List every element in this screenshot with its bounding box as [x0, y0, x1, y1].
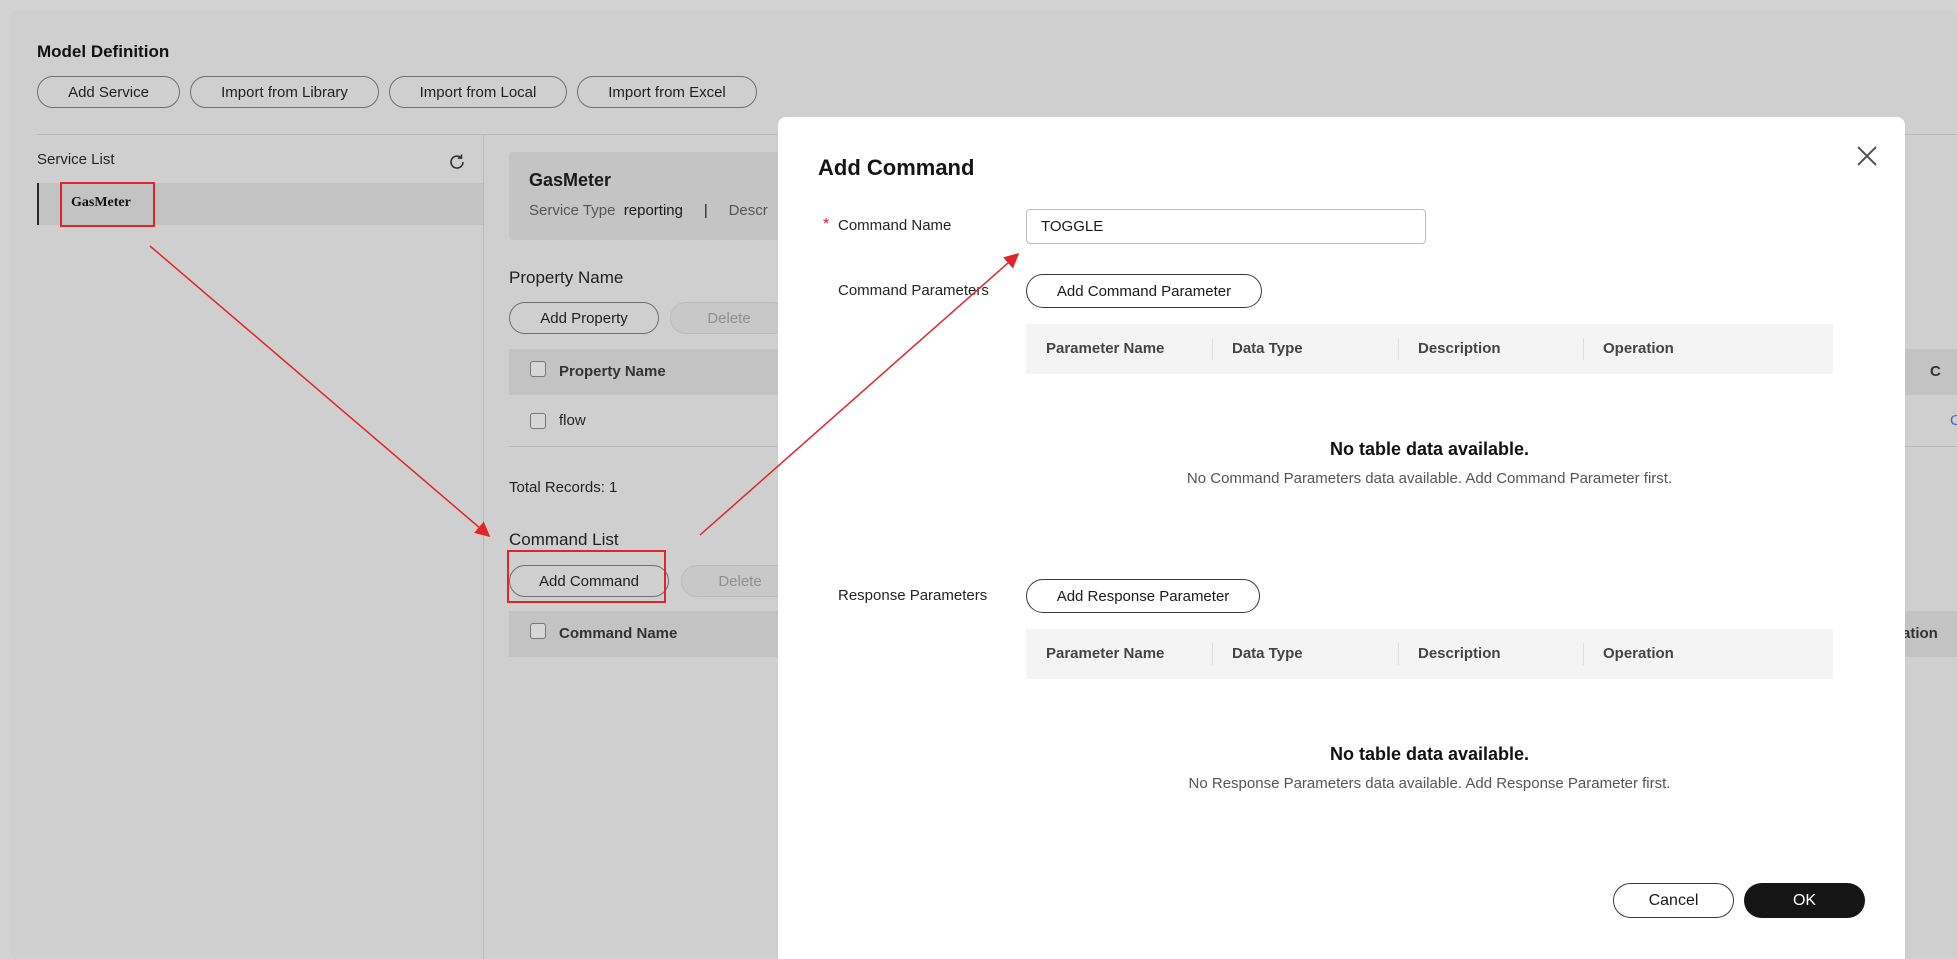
annotation-arrows — [149, 245, 1020, 537]
annotation-arrow-to-command-list — [149, 245, 491, 537]
annotation-arrow-to-command-name — [699, 253, 1020, 536]
